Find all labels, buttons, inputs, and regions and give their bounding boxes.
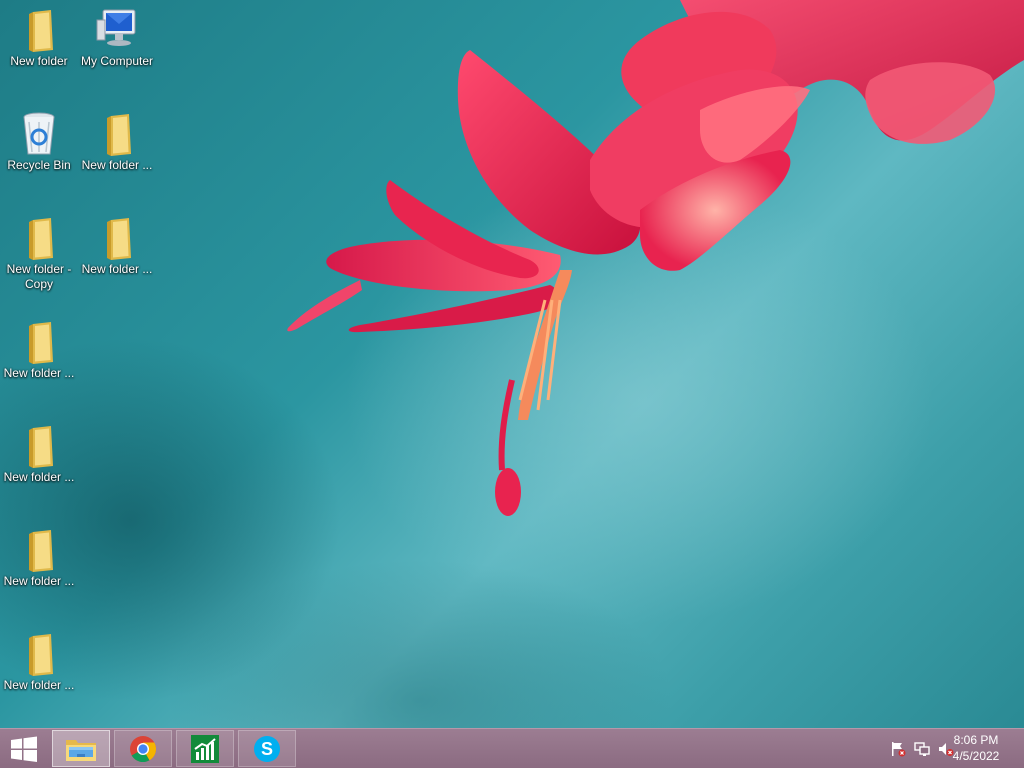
windows-logo-icon	[11, 736, 37, 762]
folder-icon	[29, 426, 53, 468]
desktop-icon-new-folder-copy[interactable]: New folder - Copy	[0, 214, 78, 292]
taskbar-clock[interactable]: 8:06 PM 4/5/2022	[946, 732, 1006, 764]
folder-icon	[29, 10, 53, 52]
folder-icon	[29, 322, 53, 364]
svg-text:S: S	[261, 739, 273, 759]
desktop-icon-label: New folder ...	[3, 470, 75, 484]
folder-icon	[29, 218, 53, 260]
desktop-icon-label: New folder ...	[3, 366, 75, 380]
desktop-icon-new-folder[interactable]: New folder ...	[78, 214, 156, 277]
desktop-icon-new-folder[interactable]: New folder	[0, 6, 78, 69]
desktop-icon-new-folder[interactable]: New folder ...	[0, 630, 78, 693]
system-tray: 8:06 PM 4/5/2022	[864, 729, 1024, 768]
desktop-icon-label: New folder ...	[3, 678, 75, 692]
computer-icon	[96, 9, 136, 46]
taskbar-stock-chart-button[interactable]	[176, 730, 234, 767]
clock-time: 8:06 PM	[953, 733, 999, 747]
desktop-icon-label: New folder ...	[3, 574, 75, 588]
network-icon[interactable]	[914, 741, 930, 757]
desktop-icon-label: My Computer	[80, 54, 154, 68]
recycle-bin-icon	[23, 112, 55, 155]
desktop-icon-new-folder[interactable]: New folder ...	[78, 110, 156, 173]
desktop-icon-new-folder[interactable]: New folder ...	[0, 318, 78, 381]
desktop-icon-label: New folder	[10, 54, 68, 68]
clock-date: 4/5/2022	[952, 749, 1000, 763]
desktop-icon-my-computer[interactable]: My Computer	[78, 6, 156, 69]
folder-icon	[107, 218, 131, 260]
chrome-icon	[130, 735, 157, 762]
skype-icon: S	[254, 735, 280, 762]
taskbar: S 8:06 PM 4/5/2022	[0, 728, 1024, 768]
folder-icon	[29, 634, 53, 676]
start-button[interactable]	[0, 729, 48, 768]
stock-chart-icon	[191, 734, 219, 763]
desktop-icon-label: New folder ...	[81, 262, 153, 276]
desktop-icon-label: New folder ...	[81, 158, 153, 172]
desktop[interactable]: New folder My Computer Recycle Bin New f…	[0, 0, 1024, 728]
taskbar-skype-button[interactable]: S	[238, 730, 296, 767]
desktop-icon-new-folder[interactable]: New folder ...	[0, 422, 78, 485]
folder-icon	[107, 114, 131, 156]
folder-icon	[29, 530, 53, 572]
taskbar-chrome-button[interactable]	[114, 730, 172, 767]
desktop-icon-label: New folder - Copy	[6, 262, 72, 291]
desktop-icon-label: Recycle Bin	[7, 158, 71, 172]
desktop-icon-new-folder[interactable]: New folder ...	[0, 526, 78, 589]
action-center-flag-icon[interactable]	[890, 741, 906, 757]
taskbar-file-explorer-button[interactable]	[52, 730, 110, 767]
file-explorer-icon	[66, 739, 96, 761]
desktop-icon-recycle-bin[interactable]: Recycle Bin	[0, 110, 78, 173]
